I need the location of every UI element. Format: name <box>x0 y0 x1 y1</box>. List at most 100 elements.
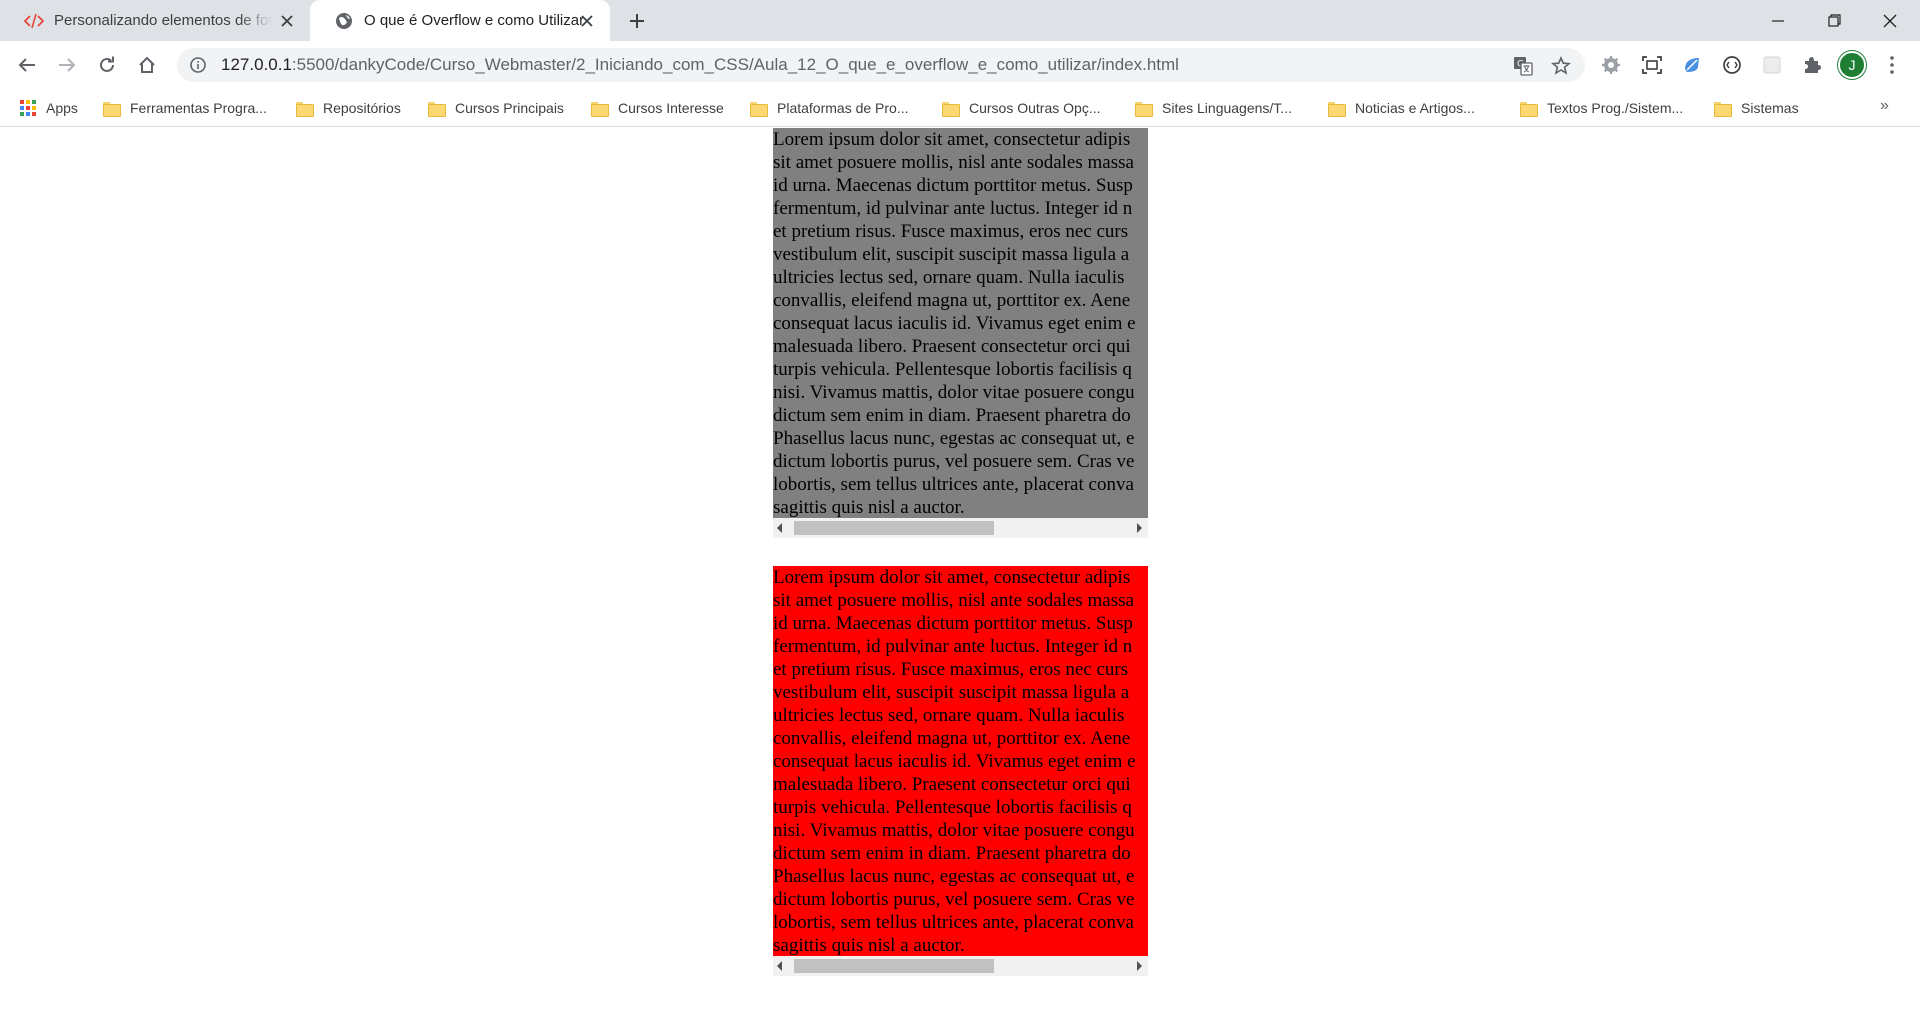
text-line: lobortis, sem tellus ultrices ante, plac… <box>773 474 1134 495</box>
close-window-button[interactable] <box>1862 0 1918 41</box>
folder-icon <box>296 101 314 117</box>
overflow-box-gray[interactable]: Lorem ipsum dolor sit amet, consectetur … <box>773 128 1148 538</box>
text-line: vestibulum elit, suscipit suscipit massa… <box>773 244 1130 265</box>
text-line: malesuada libero. Praesent consectetur o… <box>773 336 1131 357</box>
text-line: sagittis quis nisl a auctor. <box>773 497 965 518</box>
text-line: nisi. Vivamus mattis, dolor vitae posuer… <box>773 820 1135 841</box>
close-icon <box>1883 14 1897 27</box>
translate-icon[interactable]: G <box>1511 54 1535 78</box>
text-line: dictum lobortis purus, vel posuere sem. … <box>773 889 1135 910</box>
plus-icon <box>630 14 644 28</box>
url-text: 127.0.0.1:5500/dankyCode/Curso_Webmaster… <box>221 55 1179 75</box>
bookmark-folder[interactable]: Noticias e Artigos... <box>1328 95 1475 121</box>
text-line: ultricies lectus sed, ornare quam. Nulla… <box>773 705 1125 726</box>
text-line: sit amet posuere mollis, nisl ante sodal… <box>773 152 1134 173</box>
info-icon[interactable] <box>189 56 207 74</box>
scrollbar-thumb[interactable] <box>794 959 994 973</box>
reload-icon <box>100 56 114 72</box>
minimize-button[interactable] <box>1750 0 1806 41</box>
minimize-icon <box>1772 19 1784 22</box>
text-line: convallis, eleifend magna ut, porttitor … <box>773 728 1131 749</box>
text-line: fermentum, id pulvinar ante luctus. Inte… <box>773 198 1133 219</box>
back-button[interactable] <box>11 49 43 81</box>
extension-blue-icon[interactable] <box>1680 53 1704 77</box>
text-line: et pretium risus. Fusce maximus, eros ne… <box>773 221 1129 242</box>
extension-gear-icon[interactable] <box>1599 53 1623 77</box>
tab-overflow[interactable]: O que é Overflow e como Utilizar <box>310 0 610 41</box>
screen-capture-icon[interactable] <box>1640 53 1664 77</box>
bookmarks-bar: Apps Ferramentas Progra... Repositórios … <box>0 89 1920 127</box>
bookmark-folder[interactable]: Cursos Interesse <box>591 95 724 121</box>
bookmark-label: Sites Linguagens/T... <box>1162 100 1292 116</box>
folder-icon <box>591 101 609 117</box>
text-line: convallis, eleifend magna ut, porttitor … <box>773 290 1131 311</box>
horizontal-scrollbar[interactable] <box>773 518 1148 538</box>
code-icon <box>24 11 44 31</box>
bookmark-folder[interactable]: Sites Linguagens/T... <box>1135 95 1292 121</box>
extension-blank-icon[interactable] <box>1760 53 1784 77</box>
apps-grid-icon <box>20 100 36 116</box>
box-content: Lorem ipsum dolor sit amet, consectetur … <box>773 128 1148 518</box>
scroll-right-arrow-icon[interactable] <box>1137 523 1142 533</box>
bookmark-folder[interactable]: Repositórios <box>296 95 401 121</box>
arrow-right-icon <box>59 58 76 72</box>
text-line: Lorem ipsum dolor sit amet, consectetur … <box>773 129 1131 150</box>
bookmark-label: Cursos Outras Opç... <box>969 100 1101 116</box>
globe-icon <box>334 11 354 31</box>
text-line: fermentum, id pulvinar ante luctus. Inte… <box>773 636 1133 657</box>
arrow-left-icon <box>18 58 35 72</box>
bookmark-folder[interactable]: Ferramentas Progra... <box>103 95 267 121</box>
new-tab-button[interactable] <box>624 8 650 34</box>
text-line: lobortis, sem tellus ultrices ante, plac… <box>773 912 1134 933</box>
folder-icon <box>428 101 446 117</box>
overflow-box-red[interactable]: Lorem ipsum dolor sit amet, consectetur … <box>773 566 1148 976</box>
folder-icon <box>1714 101 1732 117</box>
home-button[interactable] <box>131 49 163 81</box>
browser-toolbar: 127.0.0.1:5500/dankyCode/Curso_Webmaster… <box>0 41 1920 89</box>
bookmark-folder[interactable]: Textos Prog./Sistem... <box>1520 95 1683 121</box>
text-line: sagittis quis nisl a auctor. <box>773 935 965 956</box>
profile-avatar[interactable]: J <box>1838 51 1866 79</box>
bookmark-folder[interactable]: Cursos Outras Opç... <box>942 95 1100 121</box>
text-line: ultricies lectus sed, ornare quam. Nulla… <box>773 267 1125 288</box>
text-line: consequat lacus iaculis id. Vivamus eget… <box>773 751 1136 772</box>
bookmark-folder[interactable]: Plataformas de Pro... <box>750 95 909 121</box>
restore-button[interactable] <box>1806 0 1862 41</box>
folder-icon <box>1328 101 1346 117</box>
bookmark-label: Cursos Principais <box>455 100 564 116</box>
bookmark-folder[interactable]: Cursos Principais <box>428 95 564 121</box>
horizontal-scrollbar[interactable] <box>773 956 1148 976</box>
scroll-left-arrow-icon[interactable] <box>777 961 782 971</box>
bookmark-folder[interactable]: Sistemas <box>1714 95 1799 121</box>
scroll-left-arrow-icon[interactable] <box>777 523 782 533</box>
reload-button[interactable] <box>91 49 123 81</box>
close-icon[interactable] <box>278 12 296 30</box>
text-line: Lorem ipsum dolor sit amet, consectetur … <box>773 567 1131 588</box>
tab-personalizando[interactable]: Personalizando elementos de for <box>0 0 310 41</box>
url-path: :5500/dankyCode/Curso_Webmaster/2_Inicia… <box>291 55 1179 74</box>
close-icon[interactable] <box>578 12 596 30</box>
puzzle-icon[interactable] <box>1800 53 1824 77</box>
tab-title: O que é Overflow e como Utilizar <box>364 12 585 29</box>
bookmark-label: Noticias e Artigos... <box>1355 100 1475 116</box>
chevron-double-right-icon[interactable]: » <box>1880 97 1889 115</box>
text-line: id urna. Maecenas dictum porttitor metus… <box>773 613 1133 634</box>
bookmark-apps[interactable]: Apps <box>20 95 78 121</box>
menu-button[interactable] <box>1876 49 1908 81</box>
bookmark-label: Apps <box>46 100 78 116</box>
text-line: id urna. Maecenas dictum porttitor metus… <box>773 175 1133 196</box>
extension-circle-icon[interactable] <box>1720 53 1744 77</box>
bookmark-label: Cursos Interesse <box>618 100 724 116</box>
bookmark-label: Sistemas <box>1741 100 1799 116</box>
restore-icon <box>1827 14 1841 27</box>
text-line: turpis vehicula. Pellentesque lobortis f… <box>773 359 1132 380</box>
forward-button[interactable] <box>51 49 83 81</box>
scroll-right-arrow-icon[interactable] <box>1137 961 1142 971</box>
box-content: Lorem ipsum dolor sit amet, consectetur … <box>773 566 1148 956</box>
bookmark-label: Plataformas de Pro... <box>777 100 909 116</box>
bookmark-star-icon[interactable] <box>1549 54 1573 78</box>
scrollbar-thumb[interactable] <box>794 521 994 535</box>
address-bar[interactable]: 127.0.0.1:5500/dankyCode/Curso_Webmaster… <box>177 48 1585 82</box>
folder-icon <box>103 101 121 117</box>
page-viewport: Lorem ipsum dolor sit amet, consectetur … <box>0 128 1920 1030</box>
